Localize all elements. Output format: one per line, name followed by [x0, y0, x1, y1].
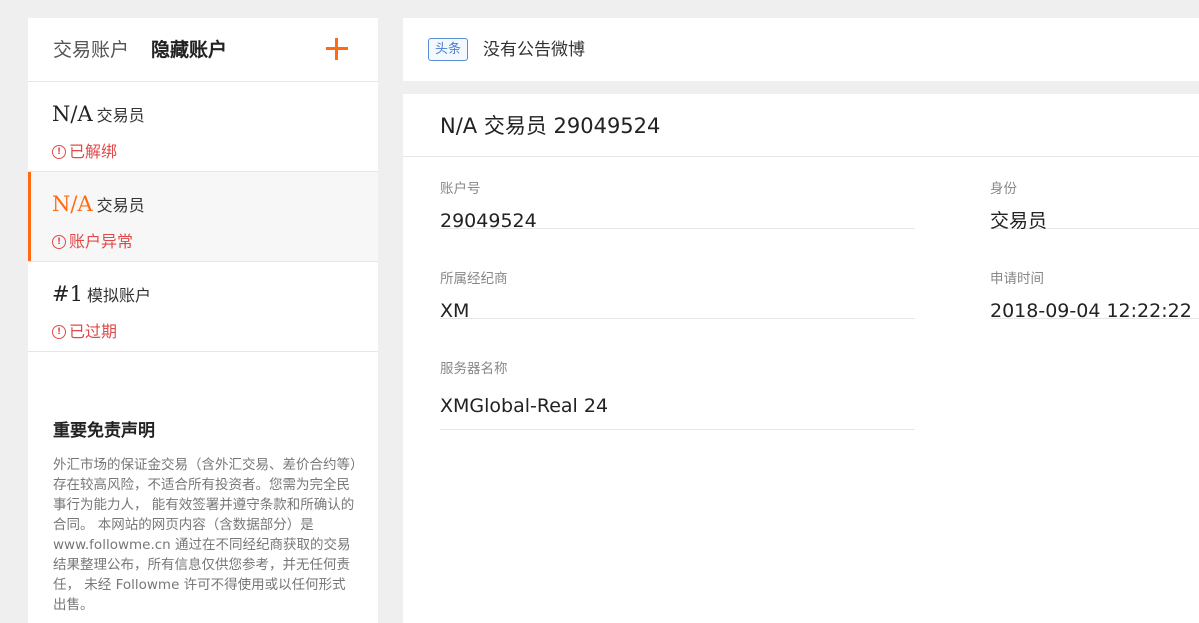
disclaimer-text: 外汇市场的保证金交易（含外汇交易、差价合约等）存在较高风险，不适合所有投资者。您… — [53, 457, 357, 613]
sidebar-header: 交易账户 隐藏账户 — [28, 18, 378, 82]
account-name: N/A — [52, 192, 93, 216]
detail-header: N/A 交易员 29049524 — [403, 94, 1199, 157]
account-status: ! 账户异常 — [52, 231, 133, 253]
field-value: XMGlobal-Real 24 — [440, 395, 609, 417]
account-type: 模拟账户 — [86, 286, 151, 305]
account-item-header: #1 模拟账户 — [52, 281, 151, 309]
warning-icon: ! — [52, 145, 66, 159]
account-name: #1 — [52, 282, 83, 306]
field-label: 申请时间 — [990, 271, 1044, 287]
account-item-3[interactable]: #1 模拟账户 ! 已过期 — [28, 262, 378, 352]
account-name: N/A — [52, 102, 93, 126]
field-label: 服务器名称 — [440, 361, 508, 377]
warning-icon: ! — [52, 235, 66, 249]
field-value: 交易员 — [990, 210, 1048, 232]
field-apply-time: 申请时间 2018-09-04 12:22:22 — [990, 246, 1199, 322]
account-status: ! 已解绑 — [52, 141, 117, 163]
account-detail-card: N/A 交易员 29049524 账户号 29049524 身份 交易员 所属经… — [403, 94, 1199, 623]
tab-hidden-accounts[interactable]: 隐藏账户 — [151, 38, 227, 62]
account-item-1[interactable]: N/A 交易员 ! 已解绑 — [28, 82, 378, 172]
field-value: 2018-09-04 12:22:22 — [990, 300, 1192, 322]
detail-title: N/A 交易员 29049524 — [440, 114, 661, 138]
headline-bar: 头条 没有公告微博 — [403, 18, 1199, 81]
account-type: 交易员 — [96, 196, 145, 215]
account-sidebar: 交易账户 隐藏账户 N/A 交易员 ! 已解绑 N/A 交易员 ! 账户异常 #1 模拟账… — [28, 18, 378, 623]
account-status-text: 账户异常 — [69, 232, 134, 251]
account-type: 交易员 — [96, 106, 145, 125]
account-status-text: 已过期 — [69, 322, 118, 341]
field-server-name: 服务器名称 XMGlobal-Real 24 — [440, 336, 915, 430]
account-item-2[interactable]: N/A 交易员 ! 账户异常 — [28, 172, 378, 262]
field-broker: 所属经纪商 XM — [440, 246, 915, 322]
account-item-header: N/A 交易员 — [52, 191, 145, 219]
field-label: 账户号 — [440, 181, 481, 197]
field-value: 29049524 — [440, 210, 537, 232]
field-label: 身份 — [990, 181, 1017, 197]
account-status: ! 已过期 — [52, 321, 117, 343]
disclaimer-title: 重要免责声明 — [53, 421, 155, 441]
field-value: XM — [440, 300, 470, 322]
account-status-text: 已解绑 — [69, 142, 118, 161]
field-identity: 身份 交易员 — [990, 156, 1199, 232]
headline-badge: 头条 — [428, 38, 469, 61]
add-account-icon[interactable] — [324, 36, 350, 62]
warning-icon: ! — [52, 325, 66, 339]
field-label: 所属经纪商 — [440, 271, 508, 287]
tab-trading-accounts[interactable]: 交易账户 — [53, 38, 129, 62]
headline-text: 没有公告微博 — [483, 40, 585, 60]
field-account-number: 账户号 29049524 — [440, 156, 915, 232]
account-list: N/A 交易员 ! 已解绑 N/A 交易员 ! 账户异常 #1 模拟账户 ! 已过期 — [28, 82, 378, 352]
account-item-header: N/A 交易员 — [52, 101, 145, 129]
